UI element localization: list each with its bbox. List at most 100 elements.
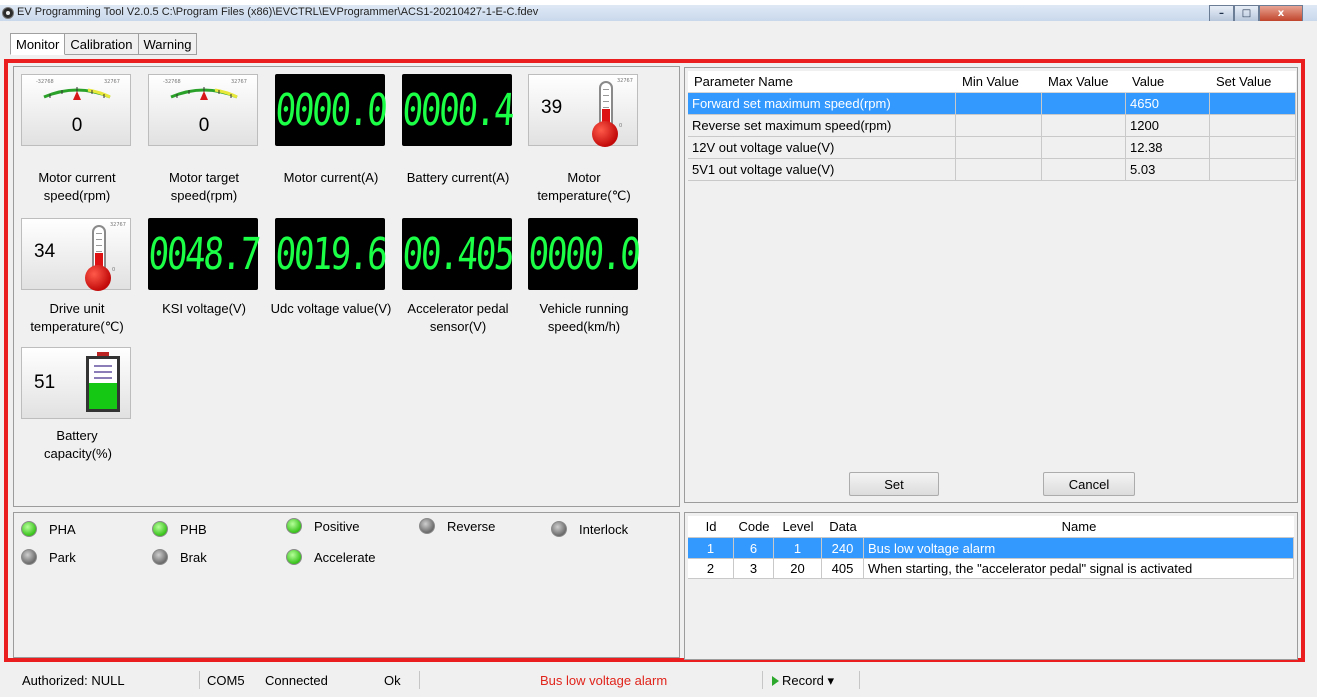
status-bar: Authorized: NULL COM5 Connected Ok Bus l… — [0, 665, 1317, 697]
battery-capacity-label: Battery capacity(%) — [44, 428, 112, 461]
authorized-status: Authorized: NULL — [22, 673, 125, 688]
warning-table-header: Id Code Level Data Name — [688, 516, 1294, 537]
motor-speed-label: Motor current speed(rpm) — [38, 170, 116, 203]
param-set-value[interactable] — [1210, 93, 1296, 114]
drive-temp-scale-max: 32767 — [110, 222, 126, 228]
col-set-value[interactable]: Set Value — [1210, 71, 1296, 92]
title-bar[interactable]: EV Programming Tool V2.0.5 C:\Program Fi… — [0, 5, 1317, 22]
led-positive: Positive — [286, 518, 360, 534]
table-row[interactable]: 1 6 1 240 Bus low voltage alarm — [688, 537, 1294, 558]
battery-current-display: 0000.4 — [400, 74, 514, 146]
motor-temp-gauge: 39 32767 0 — [528, 74, 638, 147]
led-indicator-icon — [152, 521, 168, 537]
record-button[interactable]: Record ▾ — [772, 673, 834, 689]
table-row[interactable]: Reverse set maximum speed(rpm) 1200 — [688, 115, 1296, 137]
col-parameter-name[interactable]: Parameter Name — [688, 71, 956, 92]
cancel-button[interactable]: Cancel — [1043, 472, 1135, 496]
battery-capacity-value: 51 — [34, 372, 56, 393]
ksi-value: 0048.7 — [146, 228, 260, 280]
led-indicator-icon — [286, 549, 302, 565]
led-pha: PHA — [21, 521, 76, 537]
param-value: 12.38 — [1126, 137, 1210, 158]
col-value[interactable]: Value — [1126, 71, 1210, 92]
battery-level-fill — [89, 383, 117, 409]
close-button[interactable]: x — [1259, 5, 1303, 22]
led-indicator-icon — [419, 518, 435, 534]
param-set-value[interactable] — [1210, 137, 1296, 158]
warning-table: Id Code Level Data Name 1 6 1 240 Bus lo… — [688, 516, 1294, 579]
record-label: Record — [782, 673, 824, 688]
warn-code: 3 — [734, 559, 774, 578]
tab-monitor[interactable]: Monitor — [10, 33, 66, 55]
battery-capacity-gauge: 51 — [21, 347, 131, 419]
ksi-label: KSI voltage(V) — [162, 301, 246, 316]
thermometer-bulb-icon — [592, 121, 618, 147]
vehicle-speed-value: 0000.0 — [526, 228, 640, 280]
led-reverse: Reverse — [419, 518, 495, 534]
param-max — [1042, 93, 1126, 114]
param-min — [956, 159, 1042, 180]
target-speed-value: 0 — [198, 115, 210, 136]
col-id[interactable]: Id — [688, 516, 734, 537]
param-set-value[interactable] — [1210, 115, 1296, 136]
motor-temp-scale-min: 0 — [619, 123, 623, 129]
led-indicator-icon — [286, 518, 302, 534]
param-value: 5.03 — [1126, 159, 1210, 180]
warn-id: 2 — [688, 559, 734, 578]
connection-status: Connected — [265, 673, 328, 688]
table-row[interactable]: Forward set maximum speed(rpm) 4650 — [688, 93, 1296, 115]
table-row[interactable]: 2 3 20 405 When starting, the "accelerat… — [688, 558, 1294, 579]
param-name: Reverse set maximum speed(rpm) — [688, 115, 956, 136]
motor-temp-scale-max: 32767 — [617, 78, 633, 84]
warn-code: 6 — [734, 538, 774, 558]
table-row[interactable]: 12V out voltage value(V) 12.38 — [688, 137, 1296, 159]
col-data[interactable]: Data — [822, 516, 864, 537]
warning-panel: Id Code Level Data Name 1 6 1 240 Bus lo… — [684, 512, 1298, 660]
col-name[interactable]: Name — [864, 516, 1294, 537]
param-min — [956, 137, 1042, 158]
param-set-value[interactable] — [1210, 159, 1296, 180]
tab-calibration[interactable]: Calibration — [65, 33, 139, 55]
drive-temp-gauge: 34 32767 0 — [21, 218, 131, 291]
alarm-status: Bus low voltage alarm — [540, 673, 668, 688]
param-value: 1200 — [1126, 115, 1210, 136]
maximize-button[interactable]: □ — [1234, 5, 1259, 22]
tab-warning[interactable]: Warning — [138, 33, 198, 55]
param-max — [1042, 115, 1126, 136]
speed-scale-icon — [43, 87, 111, 100]
led-label: Accelerate — [314, 549, 376, 565]
col-level[interactable]: Level — [774, 516, 822, 537]
parameter-table: Parameter Name Min Value Max Value Value… — [688, 71, 1296, 181]
battery-current-label: Battery current(A) — [406, 170, 510, 185]
udc-label: Udc voltage value(V) — [270, 301, 392, 316]
target-scale-icon — [170, 87, 238, 100]
led-phb: PHB — [152, 521, 207, 537]
client-area: Monitor Calibration Warning -32768 32767… — [0, 21, 1317, 697]
col-min-value[interactable]: Min Value — [956, 71, 1042, 92]
pedal-display: 00.405 — [400, 218, 514, 290]
drive-temp-value: 34 — [34, 241, 56, 262]
table-row[interactable]: 5V1 out voltage value(V) 5.03 — [688, 159, 1296, 181]
vehicle-speed-display: 0000.0 — [526, 218, 640, 290]
led-brak: Brak — [152, 549, 207, 565]
led-label: Park — [49, 549, 76, 565]
com-port: COM5 — [207, 673, 245, 688]
warn-data: 405 — [822, 559, 864, 578]
set-button[interactable]: Set — [849, 472, 939, 496]
app-window: EV Programming Tool V2.0.5 C:\Program Fi… — [0, 0, 1317, 697]
col-max-value[interactable]: Max Value — [1042, 71, 1126, 92]
motor-current-display: 0000.0 — [273, 74, 387, 146]
led-label: PHA — [49, 521, 76, 537]
udc-display: 0019.6 — [273, 218, 387, 290]
warn-data: 240 — [822, 538, 864, 558]
tab-bar: Monitor Calibration Warning — [10, 33, 198, 55]
led-indicator-icon — [21, 521, 37, 537]
vehicle-speed-label: Vehicle running speed(km/h) — [539, 301, 629, 334]
thermometer-bulb-icon — [85, 265, 111, 291]
minimize-button[interactable]: – — [1209, 5, 1234, 22]
param-name: Forward set maximum speed(rpm) — [688, 93, 956, 114]
col-code[interactable]: Code — [734, 516, 774, 537]
warn-level: 20 — [774, 559, 822, 578]
parameter-panel: Parameter Name Min Value Max Value Value… — [684, 67, 1298, 503]
led-indicator-icon — [551, 521, 567, 537]
